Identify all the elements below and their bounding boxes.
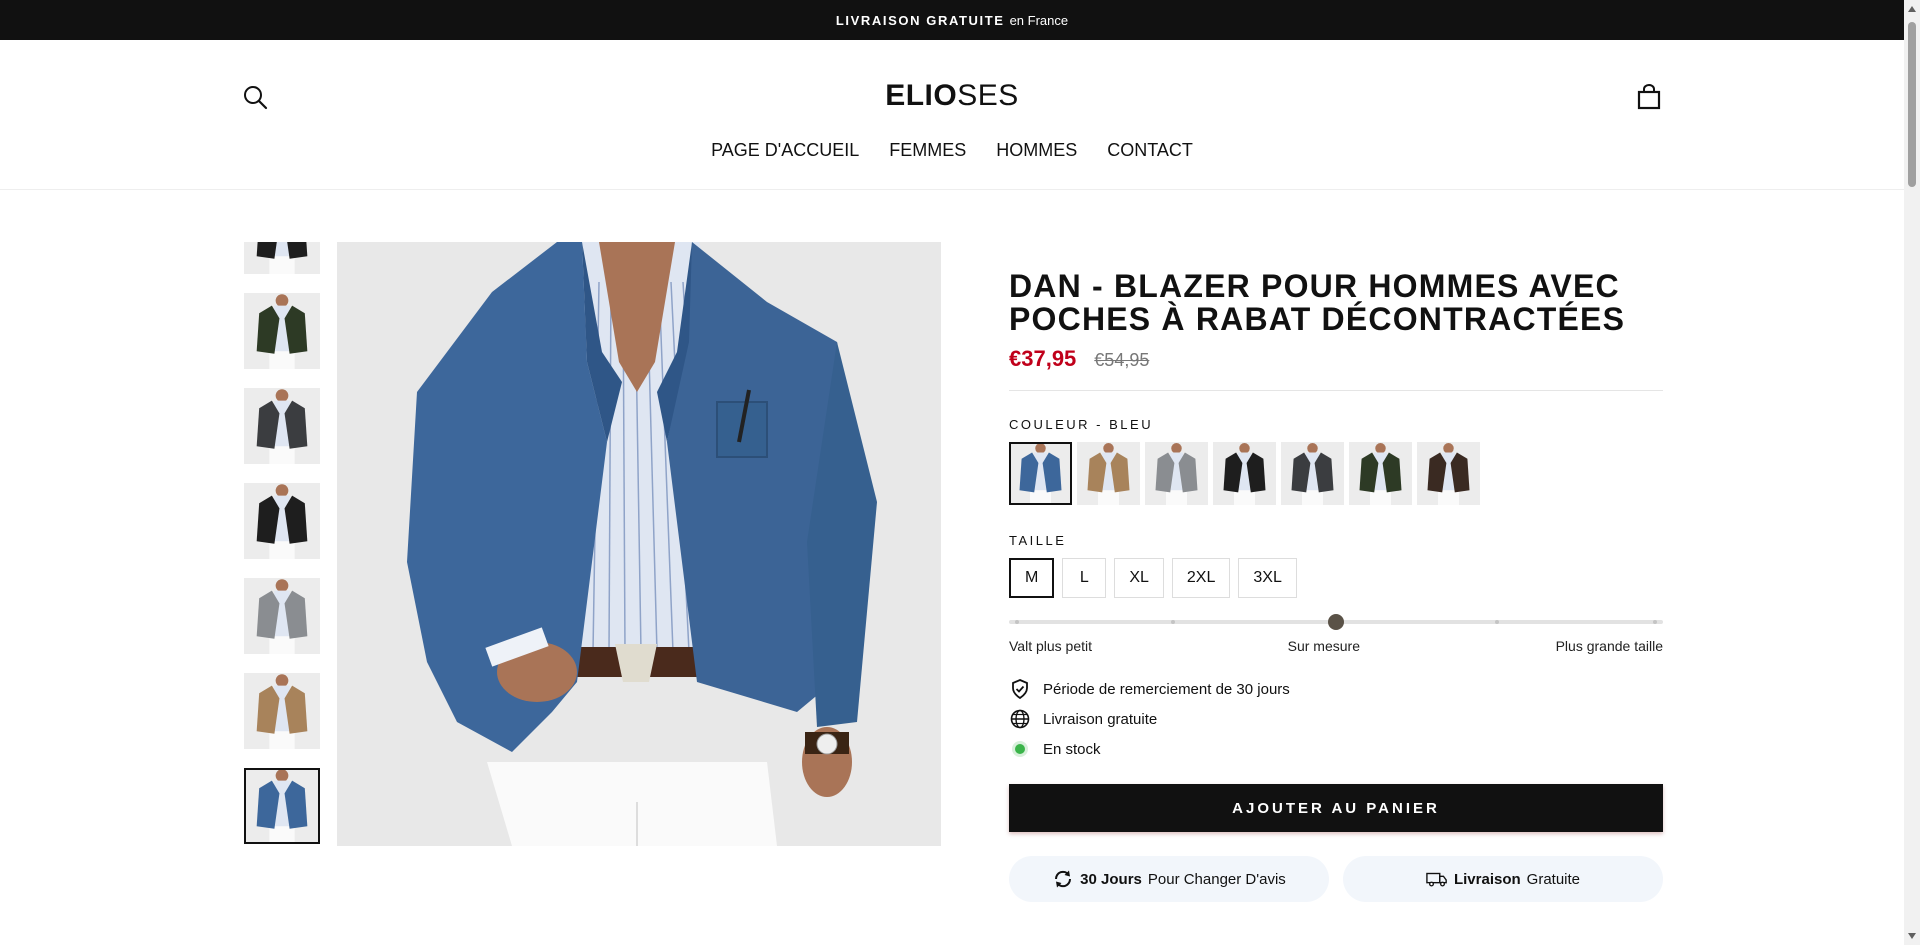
fit-labels: Valt plus petit Sur mesure Plus grande t… bbox=[1009, 638, 1663, 654]
stock-dot-icon bbox=[1015, 744, 1025, 754]
size-option-xl[interactable]: XL bbox=[1114, 558, 1164, 598]
fit-label-small: Valt plus petit bbox=[1009, 638, 1093, 654]
scroll-down-arrow[interactable] bbox=[1908, 933, 1916, 939]
size-label: TAILLE bbox=[1009, 533, 1067, 548]
feature-shipping-text: Livraison gratuite bbox=[1043, 710, 1158, 728]
size-option-2xl[interactable]: 2XL bbox=[1171, 558, 1231, 598]
announcement-text: en France bbox=[1009, 12, 1069, 28]
page-scrollbar[interactable] bbox=[1904, 0, 1920, 945]
fit-indicator bbox=[1328, 614, 1344, 630]
feature-list: Période de remerciement de 30 jours Livr… bbox=[1009, 674, 1663, 764]
refresh-icon bbox=[1055, 870, 1072, 888]
nav-femmes[interactable]: FEMMES bbox=[889, 140, 966, 161]
feature-stock: En stock bbox=[1009, 734, 1663, 764]
product-title-line2: POCHES À RABAT DÉCONTRACTÉES bbox=[1009, 301, 1626, 337]
announcement-bold: LIVRAISON GRATUITE bbox=[835, 12, 1005, 28]
main-product-image[interactable] bbox=[337, 242, 941, 846]
cart-icon bbox=[1637, 84, 1661, 110]
size-option-3xl[interactable]: 3XL bbox=[1238, 558, 1297, 598]
benefit-pills: 30 Jours Pour Changer D'avis Livraison G… bbox=[1009, 856, 1663, 902]
cart-button[interactable] bbox=[1636, 84, 1662, 110]
scroll-up-arrow[interactable] bbox=[1908, 6, 1916, 12]
gallery-thumbnail[interactable] bbox=[244, 293, 320, 369]
site-header: ELIOSES PAGE D'ACCUEIL FEMMES HOMMES CON… bbox=[0, 40, 1904, 190]
color-swatch-marron[interactable] bbox=[1417, 442, 1480, 505]
color-swatch-beige[interactable] bbox=[1077, 442, 1140, 505]
pill1-bold: 30 Jours bbox=[1080, 870, 1142, 888]
announcement-bar: LIVRAISON GRATUITE en France bbox=[0, 0, 1904, 40]
gallery-thumbnail[interactable] bbox=[244, 578, 320, 654]
fit-label-large: Plus grande taille bbox=[1555, 638, 1663, 654]
sale-price: €37,95 bbox=[1009, 346, 1077, 371]
fit-scale: Valt plus petit Sur mesure Plus grande t… bbox=[1009, 612, 1663, 662]
compare-price: €54,95 bbox=[1094, 350, 1150, 370]
add-to-cart-button[interactable]: AJOUTER AU PANIER bbox=[1009, 784, 1663, 832]
fit-tick bbox=[1171, 620, 1175, 624]
feature-return-text: Période de remerciement de 30 jours bbox=[1043, 680, 1290, 698]
pill-30-days: 30 Jours Pour Changer D'avis bbox=[1009, 856, 1329, 902]
color-swatches bbox=[1009, 442, 1663, 505]
feature-shipping: Livraison gratuite bbox=[1009, 704, 1663, 734]
scroll-thumb[interactable] bbox=[1908, 22, 1916, 187]
feature-return: Période de remerciement de 30 jours bbox=[1009, 674, 1663, 704]
nav-contact[interactable]: CONTACT bbox=[1107, 140, 1193, 161]
size-option-l[interactable]: L bbox=[1062, 558, 1107, 598]
pill-free-shipping: Livraison Gratuite bbox=[1343, 856, 1663, 902]
logo-light-part: SES bbox=[957, 79, 1019, 112]
size-options: M L XL 2XL 3XL bbox=[1009, 558, 1663, 598]
fit-tick bbox=[1495, 620, 1499, 624]
gallery-thumbnail[interactable] bbox=[244, 388, 320, 464]
gallery-thumbnail[interactable] bbox=[244, 768, 320, 844]
nav-hommes[interactable]: HOMMES bbox=[996, 140, 1077, 161]
site-logo[interactable]: ELIOSES bbox=[0, 79, 1904, 113]
truck-icon bbox=[1426, 872, 1447, 887]
logo-bold-part: ELIO bbox=[885, 79, 958, 112]
fit-label-true: Sur mesure bbox=[1287, 638, 1360, 654]
color-swatch-noir[interactable] bbox=[1213, 442, 1276, 505]
fit-tick bbox=[1015, 620, 1019, 624]
price-row: €37,95 €54,95 bbox=[1009, 346, 1663, 372]
fit-tick bbox=[1653, 620, 1657, 624]
size-option-m[interactable]: M bbox=[1009, 558, 1055, 598]
color-label: COULEUR - BLEU bbox=[1009, 417, 1154, 432]
feature-stock-text: En stock bbox=[1043, 740, 1101, 758]
color-swatch-gris-clair[interactable] bbox=[1145, 442, 1208, 505]
nav-home[interactable]: PAGE D'ACCUEIL bbox=[711, 140, 859, 161]
divider bbox=[1009, 390, 1663, 391]
product-photo bbox=[337, 242, 941, 846]
pill2-text: Gratuite bbox=[1526, 870, 1581, 888]
color-swatch-vert-olive[interactable] bbox=[1349, 442, 1412, 505]
color-swatch-bleu[interactable] bbox=[1009, 442, 1072, 505]
pill2-bold: Livraison bbox=[1453, 870, 1521, 888]
gallery-thumbnail[interactable] bbox=[244, 483, 320, 559]
globe-icon bbox=[1010, 709, 1030, 729]
main-nav: PAGE D'ACCUEIL FEMMES HOMMES CONTACT bbox=[0, 140, 1904, 161]
gallery-thumbnail[interactable] bbox=[244, 242, 320, 274]
thumbnail-gallery[interactable] bbox=[244, 242, 320, 846]
pill1-text: Pour Changer D'avis bbox=[1147, 870, 1286, 888]
product-info: DAN - BLAZER POUR HOMMES AVEC POCHES À R… bbox=[1009, 242, 1663, 902]
shield-check-icon bbox=[1012, 679, 1028, 699]
product-title-line1: DAN - BLAZER POUR HOMMES AVEC bbox=[1009, 268, 1620, 304]
color-swatch-gris-foncé[interactable] bbox=[1281, 442, 1344, 505]
product-title: DAN - BLAZER POUR HOMMES AVEC POCHES À R… bbox=[1009, 270, 1663, 336]
gallery-thumbnail[interactable] bbox=[244, 673, 320, 749]
